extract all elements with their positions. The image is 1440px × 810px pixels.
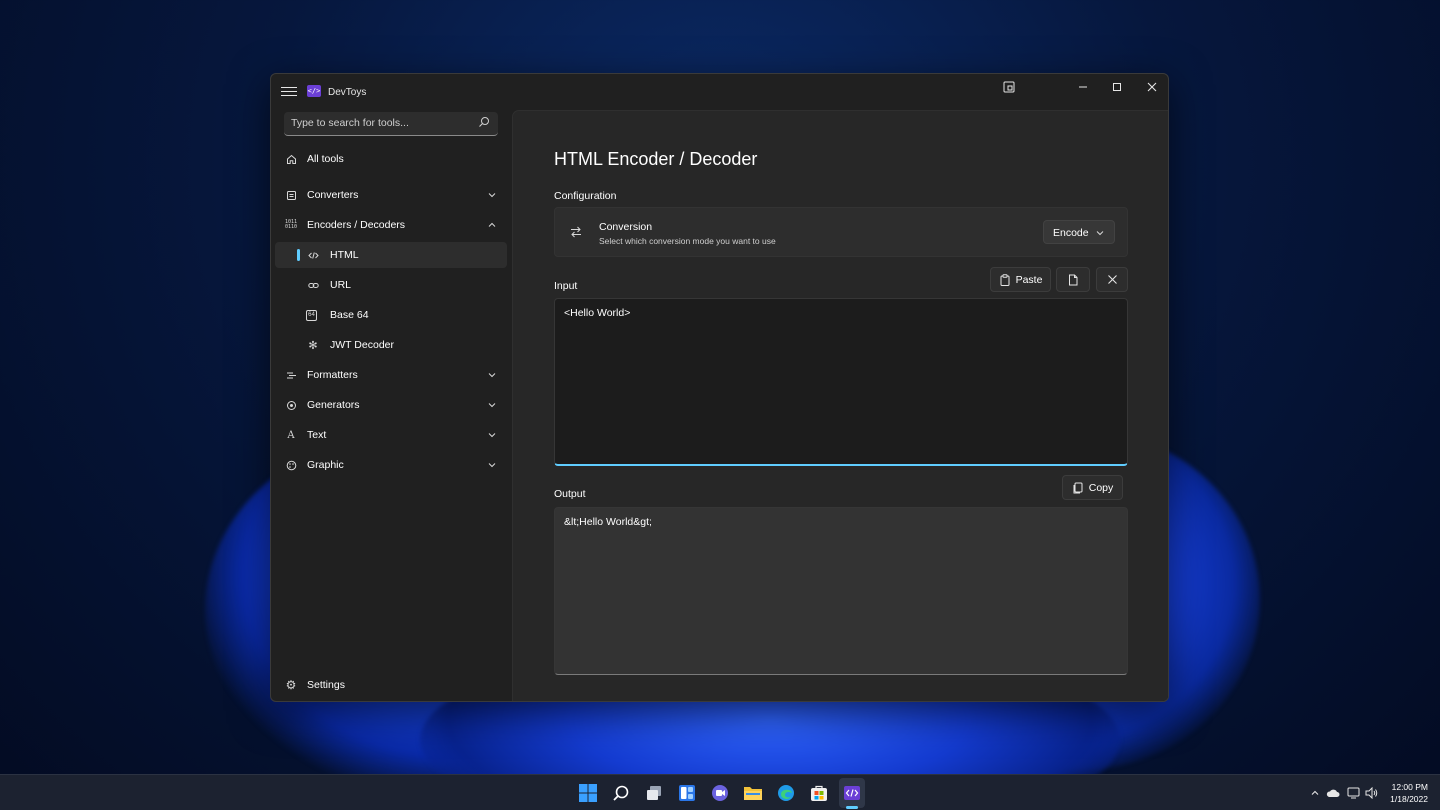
clipboard-icon — [1000, 273, 1010, 286]
nav-label: HTML — [330, 249, 359, 261]
gear-icon: ⚙ — [285, 678, 297, 692]
binary-icon: 1011 0110 — [284, 219, 298, 230]
swap-arrows-icon — [571, 226, 581, 238]
edge-icon[interactable] — [775, 782, 797, 804]
devtoys-icon[interactable] — [841, 782, 863, 804]
palette-icon — [284, 458, 298, 472]
nav-label: Graphic — [307, 459, 344, 471]
conversion-subtitle: Select which conversion mode you want to… — [599, 236, 776, 246]
nav-item-url[interactable]: URL — [275, 272, 507, 298]
nav-label: Encoders / Decoders — [307, 219, 406, 231]
nav-label: Base 64 — [330, 309, 369, 321]
nav-label: Converters — [307, 189, 359, 201]
copy-icon — [1073, 482, 1083, 493]
nav-label: JWT Decoder — [330, 339, 394, 351]
chevron-down-icon — [488, 193, 496, 198]
home-icon — [284, 152, 298, 166]
paste-label: Paste — [1015, 273, 1043, 286]
devtoys-app-icon: </> — [307, 85, 321, 97]
search-input[interactable] — [284, 112, 474, 134]
nav-item-encoders-decoders[interactable]: 1011 0110 Encoders / Decoders — [275, 212, 507, 238]
nav-item-jwt-decoder[interactable]: ✻ JWT Decoder — [275, 332, 507, 358]
sidebar: All tools Converters 1011 0110 Encoders … — [271, 110, 511, 701]
nav-label: Formatters — [307, 369, 358, 381]
nav-item-settings[interactable]: ⚙ Settings — [275, 672, 507, 698]
copy-label: Copy — [1088, 481, 1114, 494]
search-icon[interactable] — [610, 782, 632, 804]
output-editor[interactable]: &lt;Hello World&gt; — [554, 507, 1128, 675]
copy-button[interactable]: Copy — [1062, 475, 1123, 500]
taskbar: 12:00 PM 1/18/2022 — [0, 774, 1440, 810]
chevron-up-icon — [488, 222, 496, 227]
app-title: DevToys — [328, 87, 367, 98]
close-icon[interactable] — [1135, 74, 1168, 100]
chevron-down-icon — [488, 433, 496, 438]
compact-overlay-icon[interactable] — [992, 74, 1026, 100]
formatters-icon — [284, 368, 298, 382]
volume-icon[interactable] — [1364, 786, 1378, 800]
conversion-card: Conversion Select which conversion mode … — [554, 207, 1128, 257]
input-editor[interactable]: <Hello World> — [554, 298, 1128, 466]
base64-icon: 64 — [306, 309, 317, 321]
show-hidden-icons-chevron-icon[interactable] — [1308, 786, 1322, 800]
chevron-down-icon — [488, 373, 496, 378]
minimize-icon[interactable] — [1066, 74, 1100, 100]
conversion-mode-dropdown[interactable]: Encode — [1043, 220, 1115, 244]
gear-badge-icon: ✻ — [308, 339, 318, 352]
chevron-down-icon — [1096, 231, 1104, 236]
main-content: HTML Encoder / Decoder Configuration Con… — [512, 110, 1168, 701]
nav-label: URL — [330, 279, 352, 291]
nav-label: All tools — [307, 153, 344, 165]
maximize-icon[interactable] — [1100, 74, 1134, 100]
text-icon: A — [287, 429, 295, 441]
task-view-icon[interactable] — [643, 782, 665, 804]
converters-icon — [284, 188, 298, 202]
generators-icon — [284, 398, 298, 412]
nav-item-formatters[interactable]: Formatters — [275, 362, 507, 388]
title-bar: </> DevToys — [271, 74, 1168, 110]
output-label: Output — [554, 488, 586, 500]
chat-icon[interactable] — [709, 782, 731, 804]
nav-label: Generators — [307, 399, 360, 411]
nav-item-html[interactable]: HTML — [275, 242, 507, 268]
nav-item-graphic[interactable]: Graphic — [275, 452, 507, 478]
clear-button[interactable] — [1096, 267, 1128, 292]
clear-icon — [1107, 275, 1117, 284]
active-app-indicator — [846, 806, 858, 809]
nav-item-all-tools[interactable]: All tools — [275, 146, 507, 172]
input-label: Input — [554, 280, 578, 292]
chevron-down-icon — [488, 463, 496, 468]
clock-time: 12:00 PM — [1391, 782, 1428, 792]
search-icon[interactable] — [478, 116, 490, 128]
nav-item-generators[interactable]: Generators — [275, 392, 507, 418]
file-icon — [1069, 274, 1078, 285]
nav-item-base64[interactable]: 64 Base 64 — [275, 302, 507, 328]
file-explorer-icon[interactable] — [742, 782, 764, 804]
code-icon — [306, 248, 320, 262]
start-icon[interactable] — [577, 782, 599, 804]
store-icon[interactable] — [808, 782, 830, 804]
nav-label: Settings — [307, 679, 345, 691]
chevron-down-icon — [488, 403, 496, 408]
widgets-icon[interactable] — [676, 782, 698, 804]
devtoys-window: </> DevToys All tools — [270, 73, 1169, 702]
search-box[interactable] — [284, 112, 498, 136]
page-title: HTML Encoder / Decoder — [554, 149, 758, 169]
nav-label: Text — [307, 429, 327, 441]
hamburger-menu-icon[interactable] — [281, 84, 297, 100]
open-file-button[interactable] — [1056, 267, 1090, 292]
paste-button[interactable]: Paste — [990, 267, 1051, 292]
taskbar-clock[interactable]: 12:00 PM 1/18/2022 — [1390, 781, 1428, 805]
link-icon — [306, 278, 320, 292]
onedrive-cloud-icon[interactable] — [1326, 786, 1340, 800]
nav-item-converters[interactable]: Converters — [275, 182, 507, 208]
configuration-label: Configuration — [554, 190, 617, 202]
clock-date: 1/18/2022 — [1390, 794, 1428, 804]
network-icon[interactable] — [1346, 786, 1360, 800]
nav-item-text[interactable]: A Text — [275, 422, 507, 448]
conversion-mode-value: Encode — [1053, 227, 1089, 239]
conversion-title: Conversion — [599, 221, 653, 233]
selection-indicator — [297, 249, 300, 261]
